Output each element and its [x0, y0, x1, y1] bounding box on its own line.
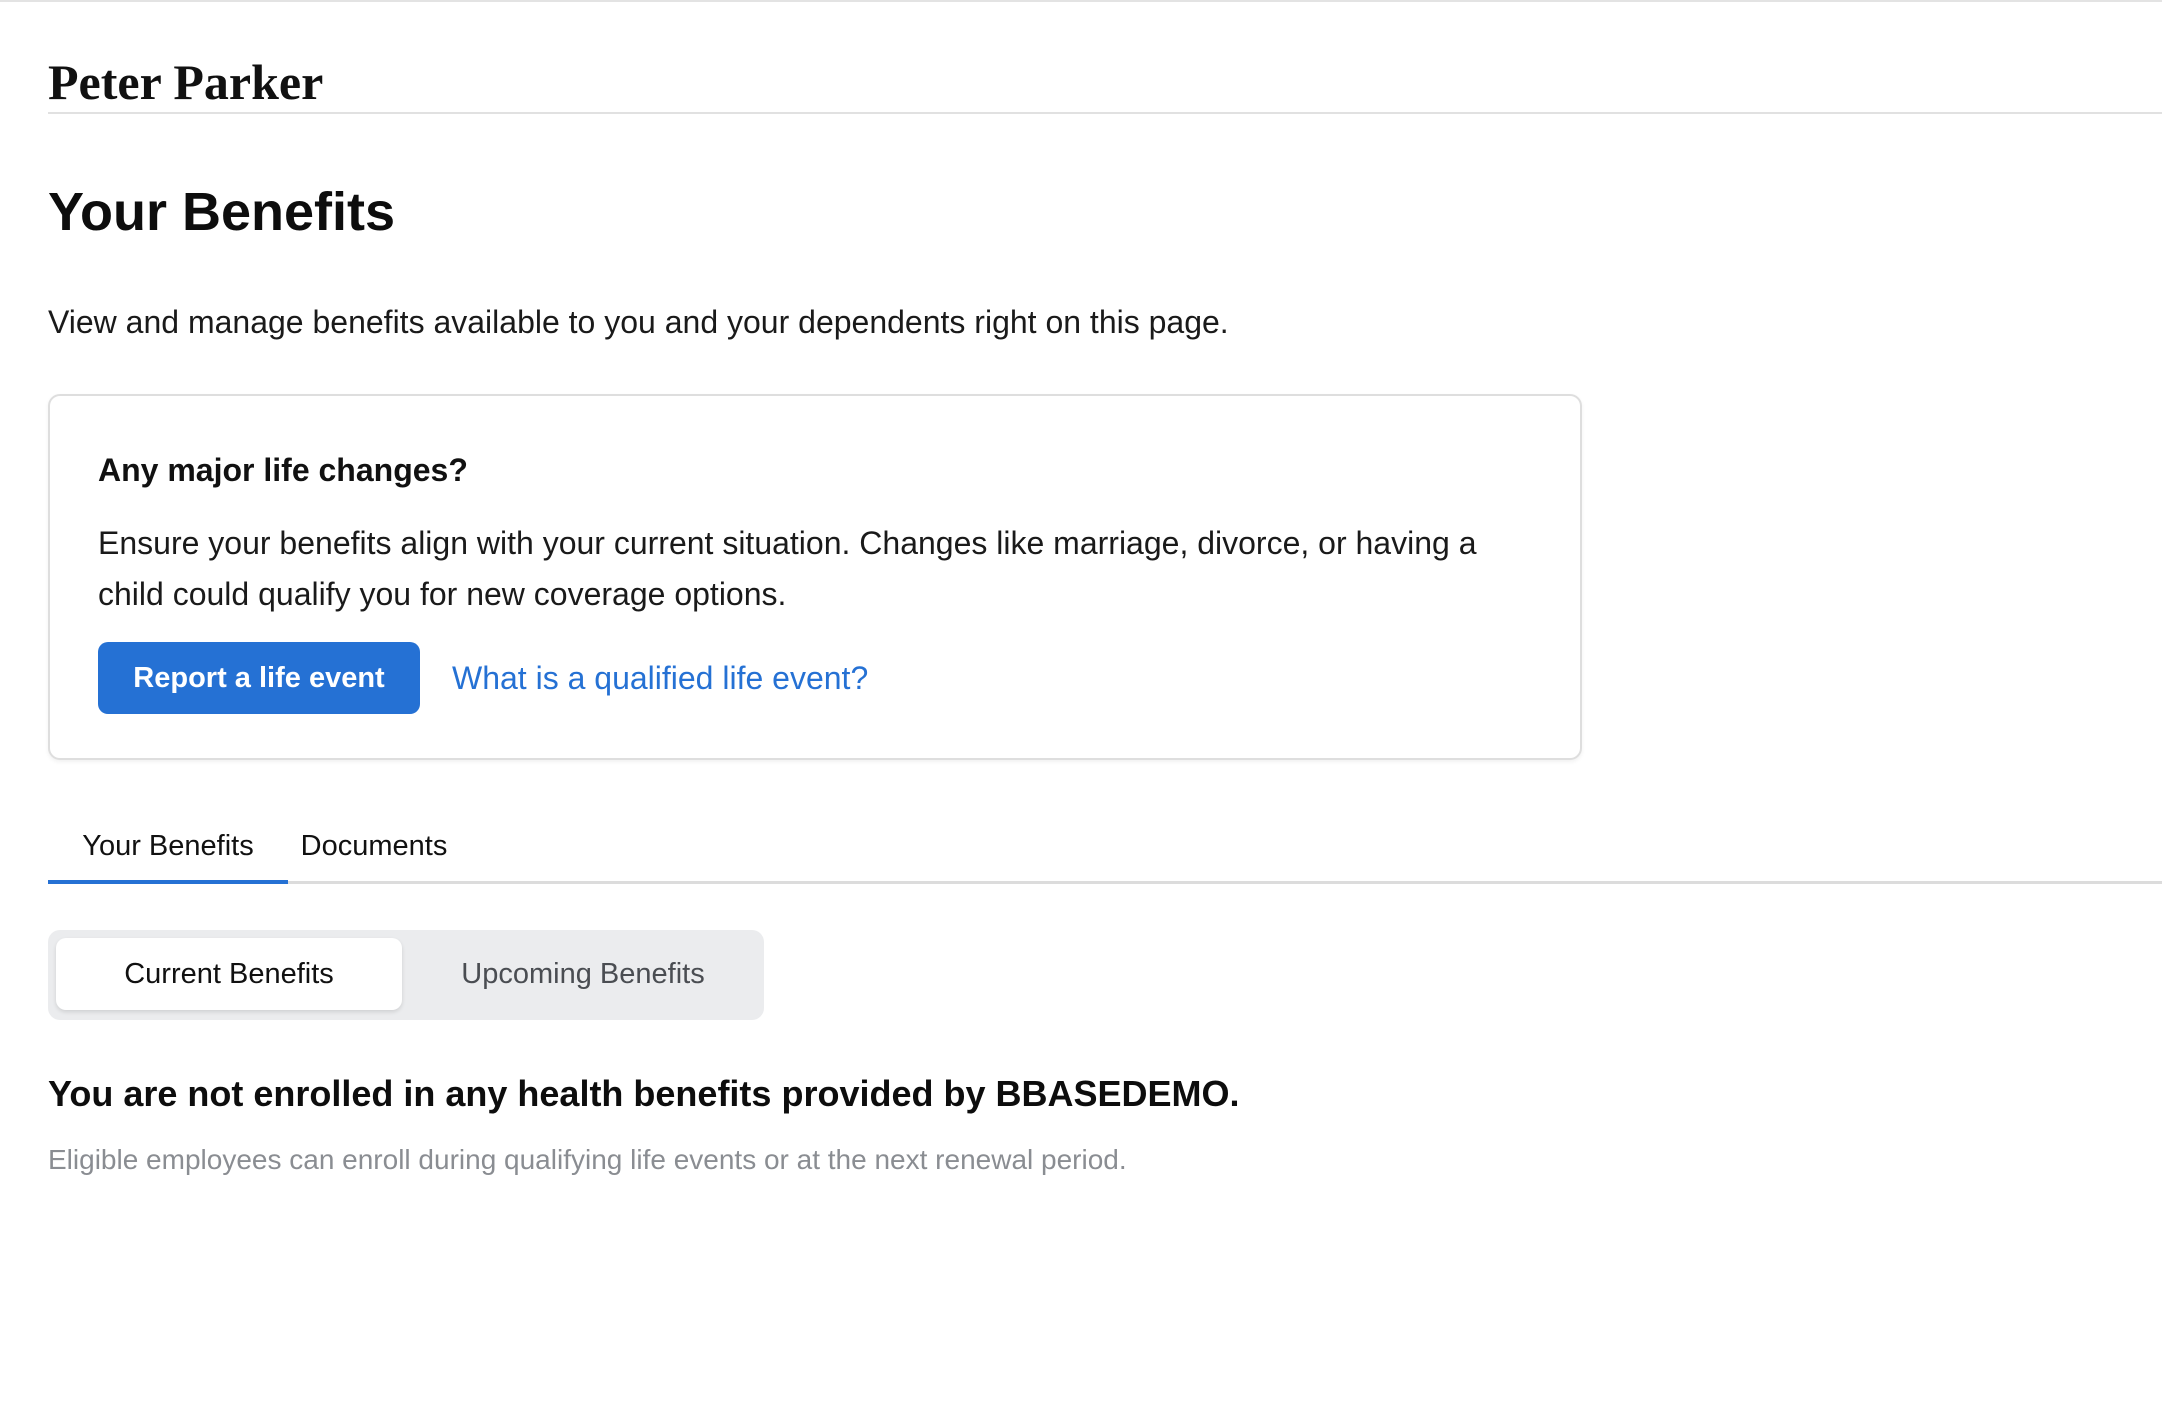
- header-divider: [48, 112, 2162, 114]
- empty-state-note: Eligible employees can enroll during qua…: [48, 1144, 1127, 1175]
- qualified-life-event-link[interactable]: What is a qualified life event?: [452, 656, 868, 700]
- current-benefits-toggle[interactable]: Current Benefits: [56, 938, 402, 1010]
- page-title: Your Benefits: [48, 182, 396, 242]
- top-border: [0, 0, 2162, 2]
- life-changes-heading: Any major life changes?: [98, 452, 468, 488]
- life-changes-description: Ensure your benefits align with your cur…: [98, 525, 1477, 612]
- upcoming-benefits-toggle[interactable]: Upcoming Benefits: [410, 938, 756, 1010]
- benefits-tabs: Your Benefits Documents: [48, 816, 2162, 884]
- life-changes-card: Any major life changes? Ensure your bene…: [48, 394, 1582, 760]
- report-life-event-button[interactable]: Report a life event: [98, 642, 420, 714]
- benefit-period-toggle: Current Benefits Upcoming Benefits: [48, 930, 764, 1020]
- user-name: Peter Parker: [48, 54, 324, 110]
- tab-documents[interactable]: Documents: [288, 816, 460, 884]
- page-subtitle: View and manage benefits available to yo…: [48, 304, 1229, 340]
- empty-state-heading: You are not enrolled in any health benef…: [48, 1073, 1240, 1114]
- tab-your-benefits[interactable]: Your Benefits: [48, 816, 288, 884]
